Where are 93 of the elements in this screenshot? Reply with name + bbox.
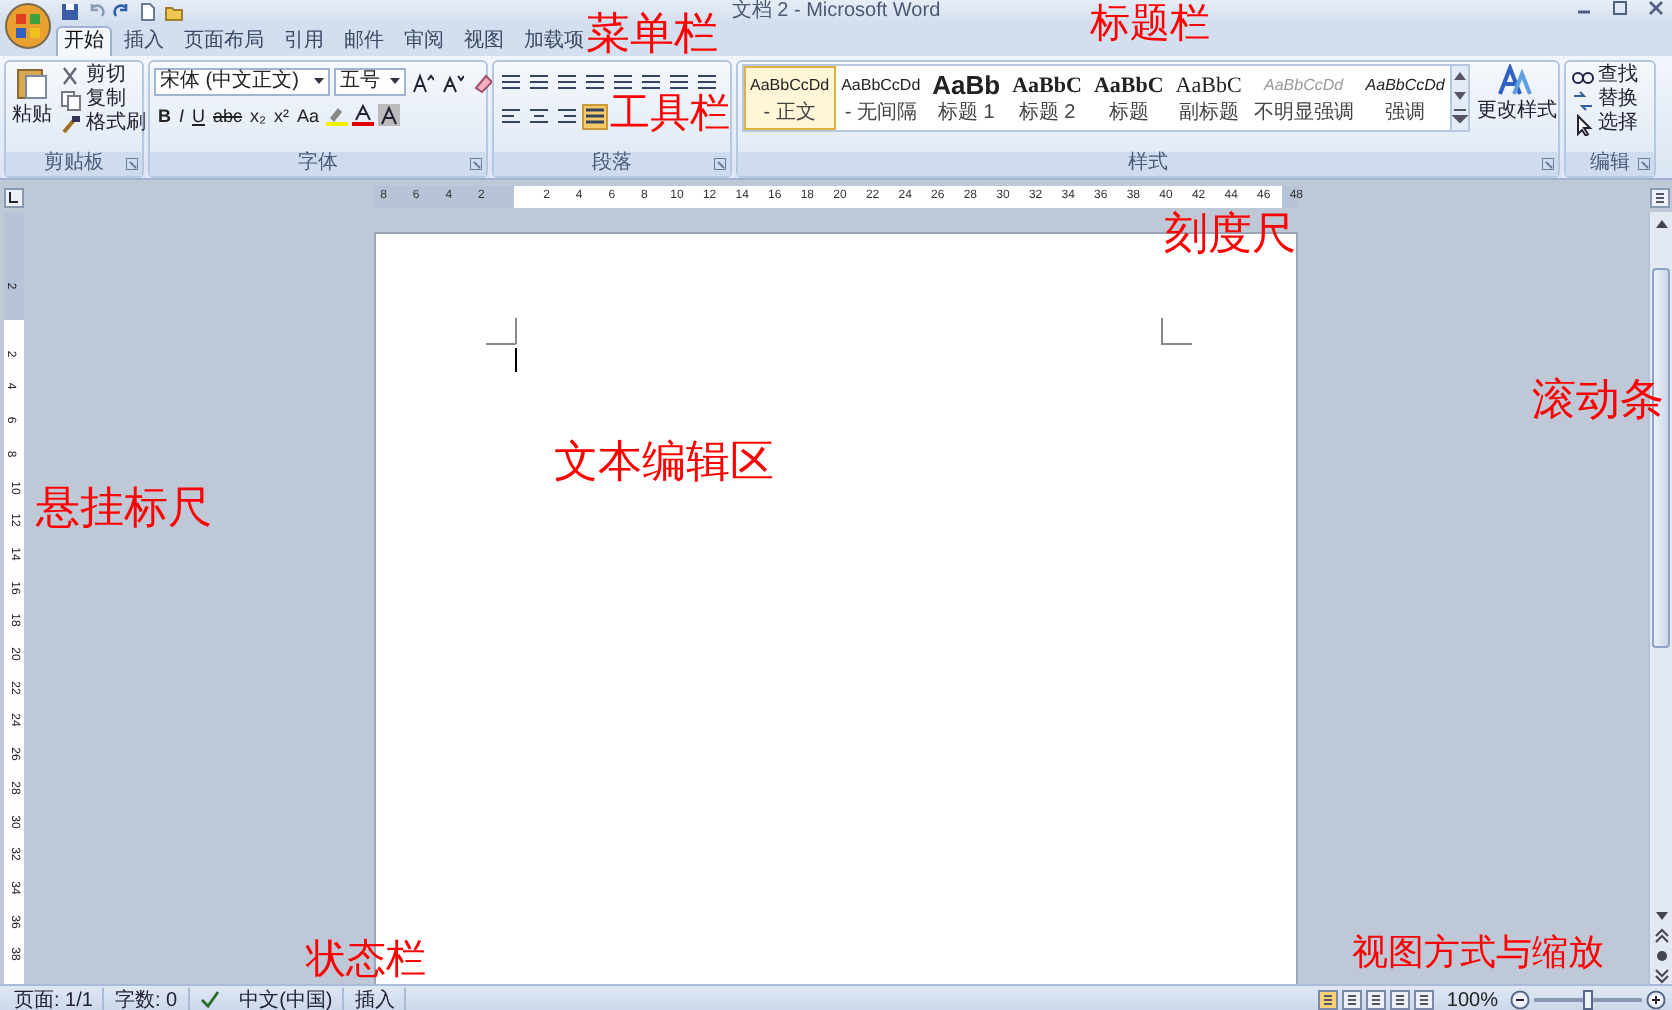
zoom-slider[interactable] — [1534, 990, 1642, 1010]
previous-page-icon[interactable] — [1653, 928, 1669, 944]
align-right-icon[interactable] — [556, 106, 578, 128]
character-shading-icon[interactable] — [377, 104, 400, 126]
font-color-icon[interactable] — [351, 104, 374, 126]
scroll-up-icon[interactable] — [1653, 216, 1669, 232]
annotation-label: 视图方式与缩放 — [1352, 930, 1604, 976]
caret-icon — [314, 78, 324, 86]
format-button[interactable]: U — [188, 103, 210, 127]
status-item[interactable]: 页面: 1/1 — [4, 987, 105, 1010]
tab-selector-icon[interactable] — [4, 188, 24, 208]
scroll-down-icon[interactable] — [1653, 908, 1669, 924]
margin-corner-icon — [486, 318, 518, 346]
annotation-label: 工具栏 — [610, 90, 730, 138]
paintbrush-icon — [60, 113, 82, 135]
status-item[interactable]: 插入 — [344, 987, 407, 1010]
group-title: 样式 — [1128, 152, 1168, 174]
dialog-launcher-icon[interactable] — [126, 158, 138, 170]
browse-object-icon[interactable] — [1653, 948, 1669, 964]
ribbon-tab[interactable]: 开始 — [56, 26, 112, 56]
format-button[interactable]: B — [154, 103, 175, 127]
ribbon-tab[interactable]: 邮件 — [336, 26, 392, 56]
paste-button[interactable]: 粘贴 — [10, 64, 54, 150]
view-ruler-icon[interactable] — [1650, 188, 1670, 208]
letters-icon — [1498, 64, 1535, 96]
margin-corner-icon — [1160, 318, 1192, 346]
status-item[interactable]: 字数: 0 — [104, 987, 190, 1010]
align-justify-icon[interactable] — [584, 106, 606, 128]
clipboard-command[interactable]: 复制 — [58, 88, 148, 112]
group-title: 剪贴板 — [44, 152, 104, 174]
align-center-icon[interactable] — [528, 106, 550, 128]
editing-command[interactable]: 查找 — [1570, 64, 1640, 88]
maximize-icon[interactable] — [1612, 0, 1628, 16]
next-page-icon[interactable] — [1653, 968, 1669, 984]
draft-icon[interactable] — [1414, 990, 1435, 1010]
close-icon[interactable] — [1648, 0, 1664, 16]
cursor-icon — [1572, 113, 1594, 135]
editing-command[interactable]: 替换 — [1570, 88, 1640, 112]
change-styles-button[interactable]: 更改样式 — [1474, 64, 1559, 150]
scissors-icon — [60, 65, 82, 87]
zoom-in-icon[interactable] — [1646, 990, 1666, 1010]
shrink-font-icon[interactable] — [442, 71, 464, 93]
ribbon-tab[interactable]: 视图 — [456, 26, 512, 56]
text-cursor-icon — [514, 348, 520, 372]
annotation-label: 滚动条 — [1532, 376, 1664, 424]
font-name-dropdown[interactable]: 宋体 (中文正文) — [154, 68, 330, 96]
align-left-icon[interactable] — [500, 106, 522, 128]
print-layout-icon[interactable] — [1318, 990, 1339, 1010]
clipboard-command[interactable]: 格式刷 — [58, 112, 148, 136]
format-button[interactable]: abc — [209, 103, 247, 127]
annotation-label: 刻度尺 — [1164, 210, 1296, 258]
style-preset[interactable]: AaBbCcDd 强调 — [1359, 66, 1451, 130]
group-title: 段落 — [592, 152, 632, 174]
clear-format-icon[interactable] — [472, 71, 494, 93]
style-preset[interactable]: AaBbCcDd - 正文 — [744, 66, 836, 130]
format-button[interactable]: x₂ — [246, 103, 271, 127]
format-button[interactable]: Aa — [293, 103, 324, 127]
format-button[interactable]: x² — [270, 103, 294, 127]
zoom-out-icon[interactable] — [1510, 990, 1530, 1010]
status-item[interactable]: 中文(中国) — [229, 987, 345, 1010]
annotation-label: 文本编辑区 — [554, 438, 774, 486]
proofing-icon[interactable] — [199, 990, 220, 1010]
outline-icon[interactable] — [1390, 990, 1411, 1010]
copy-icon — [60, 89, 82, 111]
clipboard-command[interactable]: 剪切 — [58, 64, 148, 88]
redo-icon[interactable] — [112, 2, 132, 22]
ribbon-tab[interactable]: 插入 — [116, 26, 172, 56]
caret-icon — [390, 78, 400, 86]
format-button[interactable]: I — [175, 103, 189, 127]
more-icon[interactable] — [1452, 106, 1469, 126]
dialog-launcher-icon[interactable] — [714, 158, 726, 170]
dialog-launcher-icon[interactable] — [1638, 158, 1650, 170]
ribbon-tab[interactable]: 页面布局 — [176, 26, 272, 56]
dialog-launcher-icon[interactable] — [1542, 158, 1554, 170]
slider-thumb[interactable] — [1583, 990, 1593, 1010]
save-icon[interactable] — [60, 2, 80, 22]
annotation-label: 状态栏 — [306, 936, 426, 984]
reading-layout-icon[interactable] — [1342, 990, 1363, 1010]
replace-icon — [1572, 89, 1594, 111]
web-layout-icon[interactable] — [1366, 990, 1387, 1010]
annotation-label: 标题栏 — [1090, 0, 1210, 48]
ribbon-tab[interactable]: 审阅 — [396, 26, 452, 56]
group-title: 编辑 — [1590, 152, 1630, 174]
annotation-label: 菜单栏 — [586, 10, 718, 58]
zoom-level[interactable]: 100% — [1446, 987, 1498, 1010]
grow-font-icon[interactable] — [412, 71, 434, 93]
group-title: 字体 — [298, 152, 338, 174]
font-size-dropdown[interactable]: 五号 — [334, 68, 406, 96]
annotation-label: 悬挂标尺 — [36, 484, 212, 532]
dialog-launcher-icon[interactable] — [470, 158, 482, 170]
ribbon-tab[interactable]: 引用 — [276, 26, 332, 56]
clipboard-icon — [16, 64, 48, 100]
editing-command[interactable]: 选择 — [1570, 112, 1640, 136]
